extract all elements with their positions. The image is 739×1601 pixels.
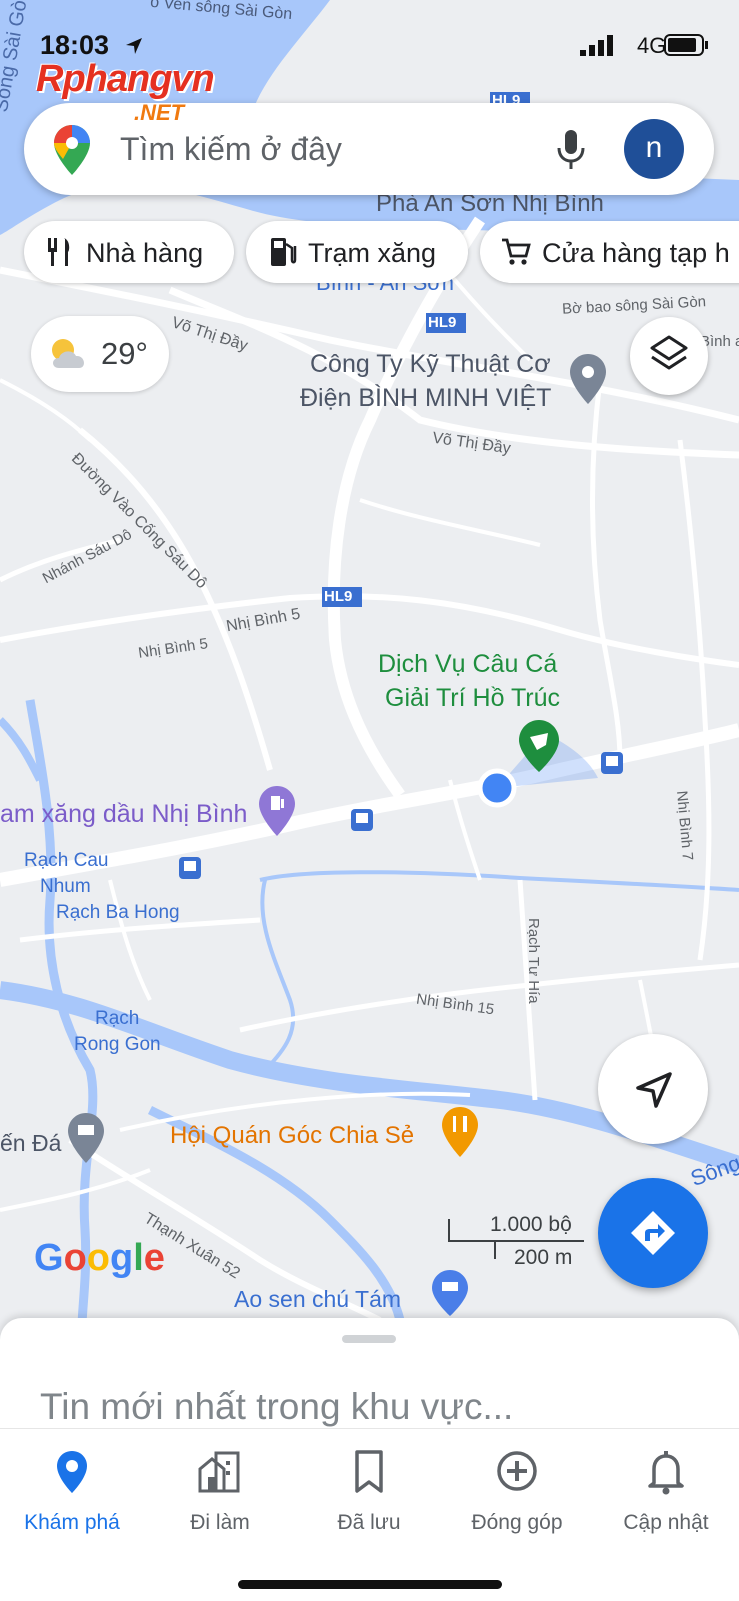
- label-gas-station[interactable]: am xăng dầu Nhị Bình: [0, 800, 247, 829]
- nav-contribute[interactable]: Đóng góp: [447, 1447, 587, 1547]
- search-placeholder[interactable]: Tìm kiếm ở đây: [120, 131, 342, 168]
- layers-button[interactable]: [630, 317, 708, 395]
- watermark-line2: .NET: [134, 100, 185, 125]
- signal-icon: [580, 35, 613, 56]
- shop-pin-icon[interactable]: [432, 1270, 468, 1316]
- label-company-2[interactable]: Điện BÌNH MINH VIỆT: [300, 384, 551, 413]
- commute-building-icon: [198, 1451, 240, 1493]
- nav-commute[interactable]: Đi làm: [150, 1447, 290, 1547]
- bottom-navigation: Khám phá Đi làm Đã lưu Đóng góp Cập nhật: [0, 1428, 739, 1601]
- directions-icon: [631, 1211, 675, 1255]
- gas-station-pin-icon[interactable]: [259, 786, 295, 836]
- label-rach-cau-1: Rạch Cau: [24, 850, 109, 871]
- nav-saved[interactable]: Đã lưu: [299, 1447, 439, 1547]
- directions-button[interactable]: [598, 1178, 708, 1288]
- label-fishing-1[interactable]: Dịch Vụ Câu Cá: [378, 650, 557, 679]
- search-bar[interactable]: Tìm kiếm ở đây n: [24, 103, 714, 195]
- label-ao-sen[interactable]: Ao sen chú Tám: [234, 1286, 401, 1313]
- bus-stop-icon[interactable]: [600, 751, 624, 775]
- fishing-pin-icon[interactable]: [519, 720, 559, 772]
- add-circle-icon: [497, 1451, 537, 1491]
- sheet-drag-handle[interactable]: [342, 1335, 396, 1343]
- nav-explore[interactable]: Khám phá: [2, 1447, 142, 1547]
- location-arrow-icon: [126, 38, 142, 54]
- nav-label: Đi làm: [190, 1511, 250, 1534]
- scale-imperial: 1.000 bộ: [490, 1213, 572, 1236]
- maps-pin-logo-icon: [54, 125, 90, 175]
- label-rach-rong-1: Rạch: [95, 1008, 140, 1029]
- bookmark-icon: [355, 1450, 383, 1493]
- label-fishing-2[interactable]: Giải Trí Hồ Trúc: [385, 684, 560, 713]
- avatar[interactable]: n: [624, 119, 684, 179]
- bus-stop-icon[interactable]: [178, 856, 202, 880]
- battery-icon: [664, 34, 708, 56]
- bell-icon: [648, 1451, 684, 1495]
- weather-temperature: 29°: [101, 336, 148, 371]
- nav-label: Đã lưu: [337, 1511, 401, 1534]
- nav-updates[interactable]: Cập nhật: [596, 1447, 736, 1547]
- layers-icon: [650, 335, 688, 370]
- nav-label: Đóng góp: [471, 1511, 563, 1534]
- explore-pin-icon: [57, 1451, 87, 1493]
- chip-gas-stations[interactable]: Trạm xăng: [246, 221, 468, 283]
- label-en-da[interactable]: ến Đá: [0, 1130, 61, 1157]
- label-hoi-quan[interactable]: Hội Quán Góc Chia Sẻ: [170, 1122, 414, 1150]
- weather-badge[interactable]: 29°: [31, 316, 169, 392]
- google-logo: Google: [34, 1237, 165, 1279]
- bottom-sheet[interactable]: Tin mới nhất trong khu vực...: [0, 1318, 739, 1428]
- watermark-logo: Rphangvn .NET: [36, 58, 215, 125]
- map-scale: 1.000 bộ 200 m: [448, 1213, 584, 1273]
- partly-cloudy-icon: [52, 339, 85, 368]
- restaurant-pin-icon[interactable]: [442, 1107, 478, 1157]
- cart-icon: [502, 238, 531, 265]
- user-location-dot: [477, 768, 517, 808]
- my-location-button[interactable]: [598, 1034, 708, 1144]
- fork-knife-icon: [48, 238, 70, 266]
- scale-metric: 200 m: [514, 1246, 573, 1269]
- label-rach-rong-2: Rong Gon: [74, 1034, 161, 1055]
- label-rach-tu-hia: Rạch Tư Hía: [525, 918, 542, 1004]
- mic-icon[interactable]: [556, 129, 586, 171]
- chip-label: Trạm xăng: [308, 238, 437, 268]
- company-pin-icon[interactable]: [570, 354, 606, 404]
- chip-grocery[interactable]: Cửa hàng tạp h: [480, 221, 739, 283]
- navigation-arrow-icon: [636, 1072, 672, 1108]
- hl9-label-b: HL9: [428, 314, 457, 331]
- home-indicator[interactable]: [238, 1580, 502, 1589]
- nav-label: Khám phá: [24, 1511, 120, 1534]
- hl9-label-c: HL9: [324, 588, 353, 605]
- bus-stop-icon[interactable]: [350, 808, 374, 832]
- watermark-line1: Rphangvn: [36, 58, 215, 100]
- network-type: 4G: [637, 33, 667, 58]
- sheet-title: Tin mới nhất trong khu vực...: [40, 1386, 514, 1427]
- landmark-pin-icon[interactable]: [68, 1113, 104, 1163]
- chip-restaurants[interactable]: Nhà hàng: [24, 221, 234, 283]
- chip-label: Nhà hàng: [86, 238, 204, 268]
- status-time: 18:03: [40, 30, 110, 60]
- label-company-1[interactable]: Công Ty Kỹ Thuật Cơ: [310, 350, 551, 379]
- chip-label: Cửa hàng tạp h: [542, 238, 730, 268]
- label-rach-ba-hong: Rạch Ba Hong: [56, 902, 180, 923]
- nav-label: Cập nhật: [623, 1511, 709, 1534]
- label-rach-cau-2: Nhum: [40, 876, 91, 897]
- gas-pump-icon: [271, 238, 297, 266]
